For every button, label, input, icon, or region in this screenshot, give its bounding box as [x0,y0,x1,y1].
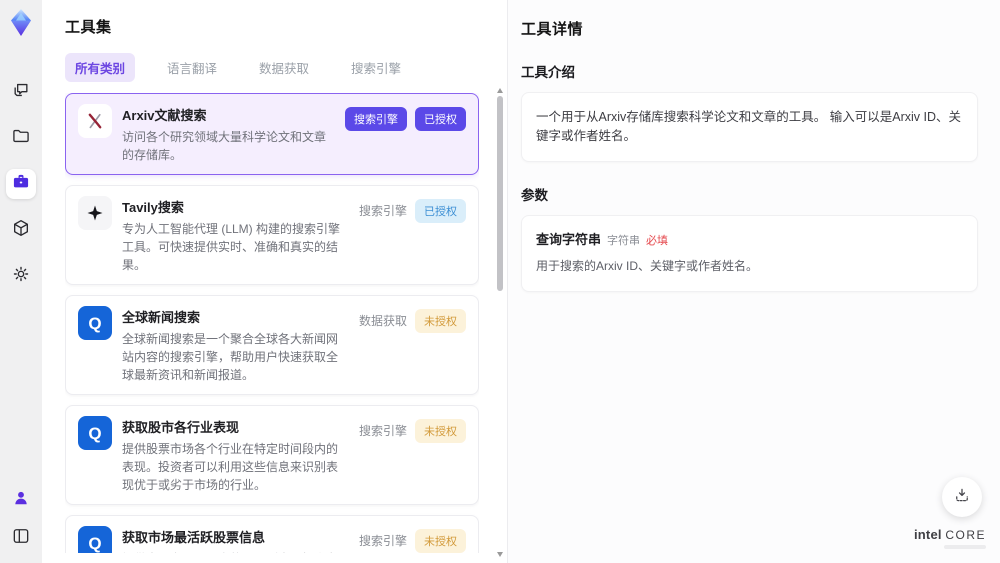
sidebar-nav [6,77,36,291]
tab-language-translation[interactable]: 语言翻译 [157,53,227,82]
tool-card-badges: 搜索引擎 未授权 [359,529,466,553]
intel-core-logo: intel CORE [914,527,986,549]
app-window: 工具集 所有类别 语言翻译 数据获取 搜索引擎 Arxiv文献搜索 访问各个研究… [0,0,1000,563]
tool-description: 全球新闻搜索是一个聚合全球各大新闻网站内容的搜索引擎，帮助用户快速获取全球最新资… [122,332,339,382]
scroll-down-icon[interactable] [497,552,503,557]
param-card: 查询字符串 字符串 必填 用于搜索的Arxiv ID、关键字或作者姓名。 [521,214,978,292]
param-type: 字符串 [607,234,641,247]
sidebar-item-files[interactable] [6,123,36,153]
tool-status-badge: 未授权 [415,529,466,553]
tool-card-badges: 搜索引擎 未授权 [359,419,466,494]
q-letter: Q [88,423,102,443]
q-letter: Q [88,533,102,553]
tool-description: 提供当天交易量最高的股票列表，投资者可以利用这些信息来识别流动性强的股票和潜在的… [122,550,349,553]
tool-card-badges: 搜索引擎 已授权 [359,199,466,274]
app-logo-gem-icon [5,7,37,39]
tool-card-body: 获取股市各行业表现 提供股票市场各个行业在特定时间段内的表现。投资者可以利用这些… [122,416,349,494]
q-icon: Q [78,416,112,450]
scrollbar-thumb[interactable] [497,96,503,291]
arxiv-icon [78,104,112,138]
panel-toggle-icon [11,526,31,551]
param-header: 查询字符串 字符串 必填 [536,229,963,248]
params-heading: 参数 [521,187,548,203]
briefcase-icon [11,172,31,197]
tab-data-acquisition[interactable]: 数据获取 [249,53,319,82]
sidebar-bottom [6,485,36,553]
cube-icon [11,218,31,243]
tool-card[interactable]: Q 全球新闻搜索 全球新闻搜索是一个聚合全球各大新闻网站内容的搜索引擎，帮助用户… [65,295,479,395]
intel-logo-subline [944,545,986,549]
tool-description: 提供股票市场各个行业在特定时间段内的表现。投资者可以利用这些信息来识别表现优于或… [122,442,339,492]
tool-detail-panel: 工具详情 工具介绍 一个用于从Arxiv存储库搜索科学论文和文章的工具。 输入可… [508,0,1000,563]
tool-category-badge: 搜索引擎 [358,424,407,438]
tool-card-body: 获取市场最活跃股票信息 提供当天交易量最高的股票列表，投资者可以利用这些信息来识… [122,526,349,553]
tool-description: 访问各个研究领域大量科学论文和文章的存储库。 [122,130,327,162]
tab-all-categories[interactable]: 所有类别 [65,53,136,82]
folder-icon [11,126,31,151]
tool-card-body: 全球新闻搜索 全球新闻搜索是一个聚合全球各大新闻网站内容的搜索引擎，帮助用户快速… [122,306,349,384]
tool-category-badge: 搜索引擎 [358,204,407,218]
gear-icon [11,264,31,289]
sidebar-item-account[interactable] [6,485,36,515]
tavily-icon [78,196,112,230]
tool-status-badge: 已授权 [415,199,466,223]
scrollbar[interactable] [495,88,505,557]
tool-title: 获取市场最活跃股票信息 [122,530,266,545]
intel-brand-text: intel [913,527,942,542]
q-icon: Q [78,526,112,553]
tool-title: Tavily搜索 [122,200,184,215]
sidebar-item-tools[interactable] [6,169,36,199]
user-icon [11,488,31,513]
tool-status-badge: 已授权 [415,107,466,131]
param-description: 用于搜索的Arxiv ID、关键字或作者姓名。 [536,258,759,273]
tool-title: 全球新闻搜索 [122,310,201,325]
tool-card[interactable]: Q 获取股市各行业表现 提供股票市场各个行业在特定时间段内的表现。投资者可以利用… [65,405,479,505]
tool-card-body: Arxiv文献搜索 访问各个研究领域大量科学论文和文章的存储库。 [122,104,335,164]
tool-category-badge: 搜索引擎 [358,534,407,548]
tool-title: Arxiv文献搜索 [122,108,207,123]
sidebar-item-settings[interactable] [6,261,36,291]
tool-category-badge: 数据获取 [358,314,407,328]
tool-card-body: Tavily搜索 专为人工智能代理 (LLM) 构建的搜索引擎工具。可快速提供实… [122,196,349,274]
download-icon [953,486,971,509]
tool-description: 专为人工智能代理 (LLM) 构建的搜索引擎工具。可快速提供实时、准确和真实的结… [122,222,341,272]
tool-card[interactable]: Tavily搜索 专为人工智能代理 (LLM) 构建的搜索引擎工具。可快速提供实… [65,185,479,285]
core-brand-text: CORE [945,528,986,542]
q-icon: Q [78,306,112,340]
left-sidebar [0,0,42,563]
tool-card-badges: 数据获取 未授权 [359,309,466,384]
intro-text: 一个用于从Arxiv存储库搜索科学论文和文章的工具。 输入可以是Arxiv ID… [536,110,962,143]
tool-card-badges: 搜索引擎 已授权 [345,107,466,164]
sidebar-item-packages[interactable] [6,215,36,245]
download-button[interactable] [942,477,982,517]
tool-list: Arxiv文献搜索 访问各个研究领域大量科学论文和文章的存储库。 搜索引擎 已授… [65,93,479,553]
tool-card[interactable]: Arxiv文献搜索 访问各个研究领域大量科学论文和文章的存储库。 搜索引擎 已授… [65,93,479,175]
tab-search-engine[interactable]: 搜索引擎 [341,53,411,82]
toolset-title: 工具集 [65,19,112,36]
tool-category-badge: 搜索引擎 [345,107,407,131]
param-required-badge: 必填 [646,234,669,247]
param-name: 查询字符串 [536,231,602,247]
scroll-up-icon[interactable] [497,88,503,93]
chat-icon [11,80,31,105]
toolset-panel: 工具集 所有类别 语言翻译 数据获取 搜索引擎 Arxiv文献搜索 访问各个研究… [42,0,508,563]
q-letter: Q [88,313,102,333]
detail-title: 工具详情 [521,21,584,38]
category-tabs: 所有类别 语言翻译 数据获取 搜索引擎 [65,53,507,82]
tool-status-badge: 未授权 [415,309,466,333]
tool-status-badge: 未授权 [415,419,466,443]
tool-title: 获取股市各行业表现 [122,420,240,435]
tool-card[interactable]: Q 获取市场最活跃股票信息 提供当天交易量最高的股票列表，投资者可以利用这些信息… [65,515,479,553]
intro-heading: 工具介绍 [521,65,575,80]
sidebar-item-collapse[interactable] [6,523,36,553]
intro-card: 一个用于从Arxiv存储库搜索科学论文和文章的工具。 输入可以是Arxiv ID… [521,92,978,162]
sidebar-item-chat[interactable] [6,77,36,107]
